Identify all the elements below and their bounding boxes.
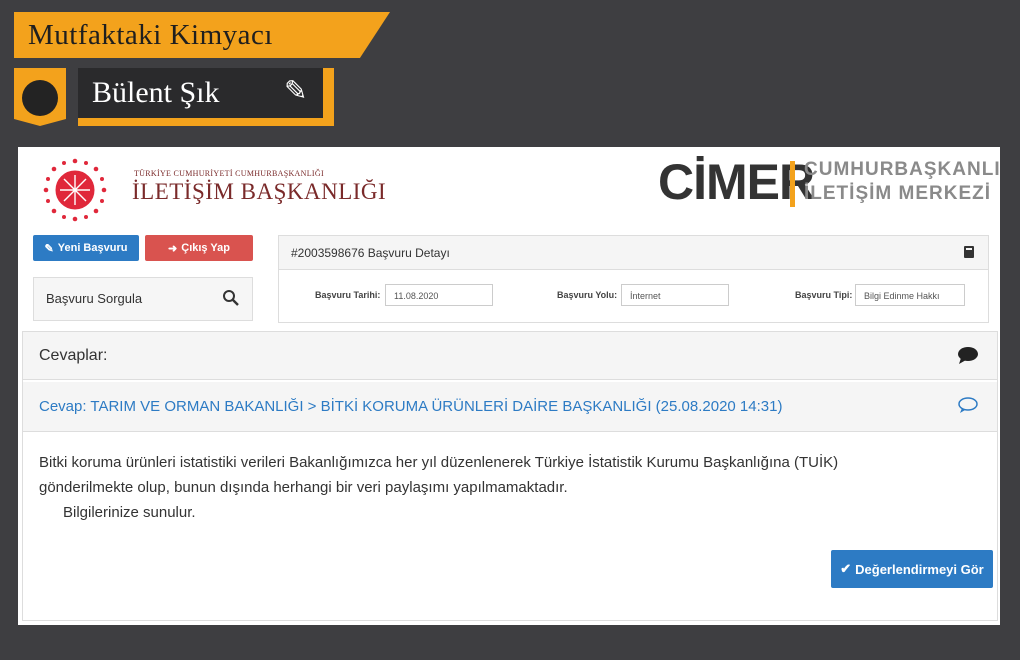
application-search[interactable]: Başvuru Sorgula <box>33 277 253 321</box>
author-marker <box>14 68 66 126</box>
pencil-icon: ✎ <box>284 75 308 106</box>
logout-button[interactable]: ➜ Çıkış Yap <box>145 235 253 261</box>
brand-title: Mutfaktaki Kimyacı <box>28 19 273 51</box>
comment-outline-icon <box>958 397 978 413</box>
author-label-box: Bülent Şık ✎ <box>78 68 323 118</box>
answers-panel: Cevaplar: Cevap: TARIM VE ORMAN BAKANLIĞ… <box>22 331 998 621</box>
application-type-label: Başvuru Tipi: <box>795 290 853 300</box>
application-channel-label: Başvuru Yolu: <box>557 290 618 300</box>
cimer-logo-line2: İLETİŞİM MERKEZİ <box>804 183 991 204</box>
answers-title: Cevaplar: <box>39 347 108 364</box>
cimer-screenshot: TÜRKİYE CUMHURİYETİ CUMHURBAŞKANLIĞI İLE… <box>18 147 1000 625</box>
cimer-logo-line1: CUMHURBAŞKANLIĞI <box>804 159 1000 180</box>
application-detail-panel: #2003598676 Başvuru Detayı Başvuru Tarih… <box>278 235 989 323</box>
application-date-label: Başvuru Tarihi: <box>315 290 381 300</box>
institution-subtitle: TÜRKİYE CUMHURİYETİ CUMHURBAŞKANLIĞI <box>134 169 324 178</box>
view-evaluation-button[interactable]: ✔ Değerlendirmeyi Gör <box>831 550 993 588</box>
reply-line-1: Bitki koruma ürünleri istatistiki verile… <box>39 454 839 471</box>
logout-label: Çıkış Yap <box>181 242 230 254</box>
application-search-label: Başvuru Sorgula <box>46 291 143 306</box>
application-type-field[interactable]: Bilgi Edinme Hakkı <box>855 284 965 306</box>
application-detail-title: #2003598676 Başvuru Detayı <box>291 246 450 260</box>
application-date-field[interactable]: 11.08.2020 <box>385 284 493 306</box>
reply-header[interactable]: Cevap: TARIM VE ORMAN BAKANLIĞI > BİTKİ … <box>23 382 997 432</box>
application-channel-field[interactable]: İnternet <box>621 284 729 306</box>
edit-icon: ✎ <box>44 242 54 255</box>
sign-out-icon: ➜ <box>168 242 178 255</box>
cimer-logo-divider <box>790 161 795 207</box>
new-application-label: Yeni Başvuru <box>57 242 128 254</box>
search-icon[interactable] <box>222 289 240 307</box>
check-icon: ✔ <box>840 561 852 576</box>
new-application-button[interactable]: ✎ Yeni Başvuru <box>33 235 139 261</box>
view-evaluation-label: Değerlendirmeyi Gör <box>855 561 984 577</box>
book-icon <box>964 246 974 258</box>
brand-tag: Mutfaktaki Kimyacı <box>14 12 390 58</box>
reply-header-title: Cevap: TARIM VE ORMAN BAKANLIĞI > BİTKİ … <box>39 398 783 415</box>
iletisim-logo-icon <box>43 158 107 222</box>
reply-closing: Bilgilerinize sunulur. <box>63 504 196 521</box>
answers-header: Cevaplar: <box>23 332 997 380</box>
institution-name: İLETİŞİM BAŞKANLIĞI <box>132 179 387 204</box>
author-name: Bülent Şık <box>92 76 220 109</box>
author-tag: Bülent Şık ✎ <box>78 68 334 126</box>
author-dot-icon <box>22 80 58 116</box>
comment-icon <box>958 347 978 364</box>
reply-line-2: gönderilmekte olup, bunun dışında herhan… <box>39 479 568 496</box>
application-detail-header: #2003598676 Başvuru Detayı <box>279 236 988 270</box>
reply-body: Bitki koruma ürünleri istatistiki verile… <box>39 450 969 525</box>
